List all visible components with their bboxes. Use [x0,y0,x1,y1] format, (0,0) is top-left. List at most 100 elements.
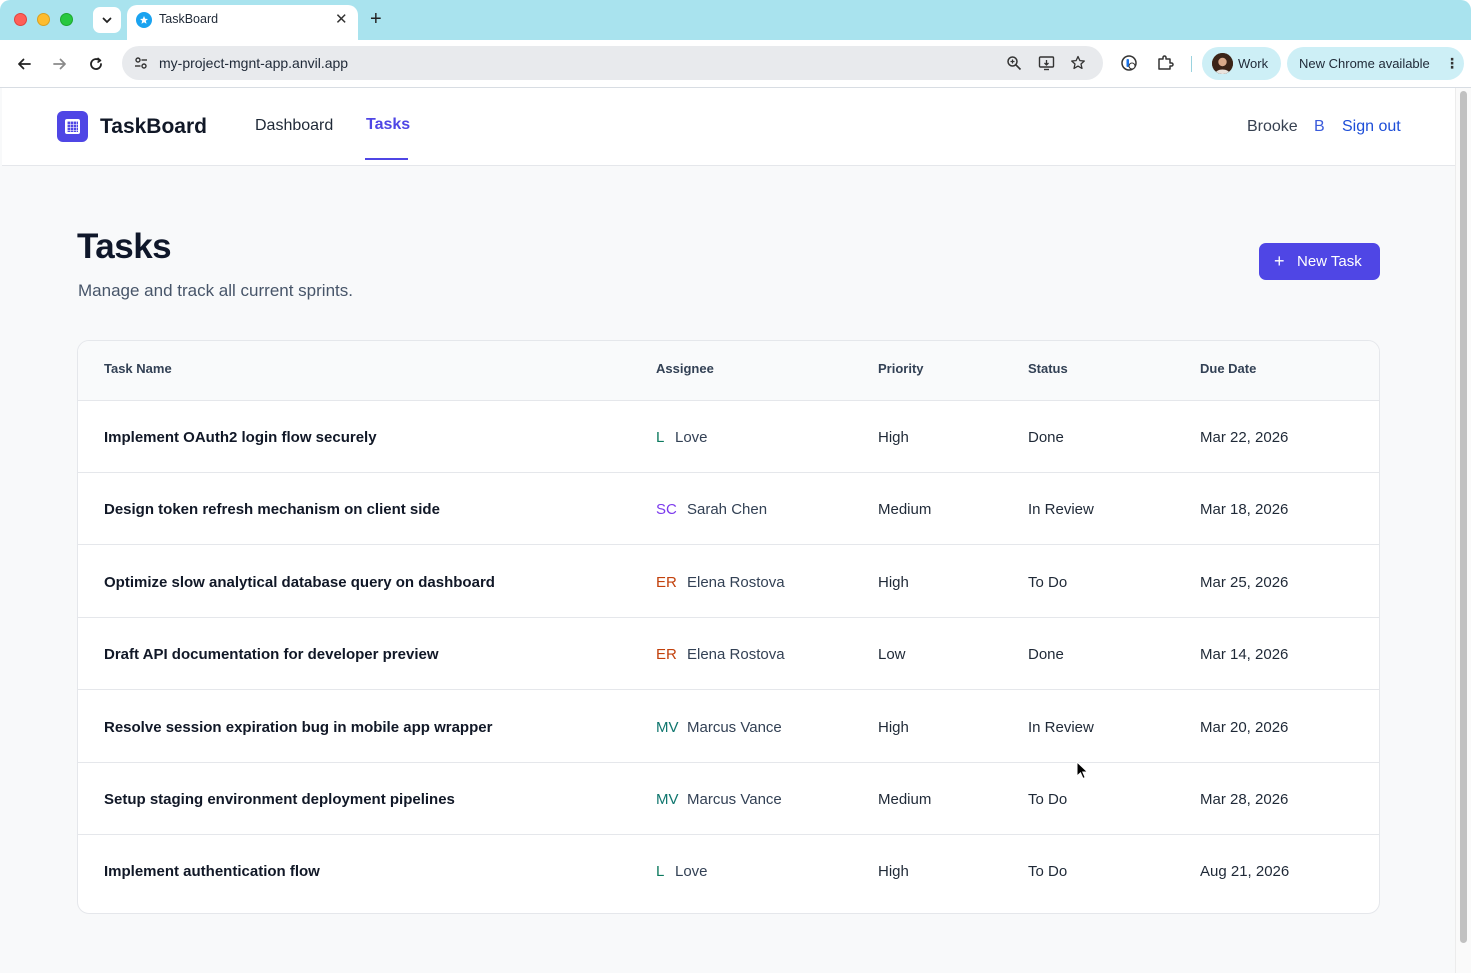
priority-cell: High [878,863,909,881]
profile-label: Work [1238,56,1269,71]
table-row[interactable]: Draft API documentation for developer pr… [78,618,1379,691]
user-avatar[interactable]: B [1314,118,1325,136]
active-nav-indicator [365,158,408,160]
task-name-cell: Design token refresh mechanism on client… [104,501,440,519]
password-manager-icon[interactable] [1119,53,1139,73]
tab-search-button[interactable] [93,7,121,33]
table-row[interactable]: Setup staging environment deployment pip… [78,763,1379,835]
priority-cell: High [878,718,909,736]
avatar [1212,53,1233,74]
column-header-priority[interactable]: Priority [878,361,924,376]
browser-tab[interactable]: TaskBoard ✕ [127,5,358,40]
table-row[interactable]: Implement OAuth2 login flow securely L Lov… [78,401,1379,473]
user-name: Brooke [1247,118,1298,135]
assignee-initials: ER [656,573,677,591]
forward-icon[interactable] [50,54,70,74]
chevron-down-icon [102,17,112,24]
assignee-name: Marcus Vance [687,718,782,736]
profile-button[interactable]: Work [1202,47,1281,80]
assignee-initials: ER [656,646,677,664]
task-name-cell: Draft API documentation for developer pr… [104,646,439,664]
favicon-icon [136,12,152,28]
column-header-status[interactable]: Status [1028,361,1068,376]
bookmark-star-icon[interactable] [1069,54,1087,72]
priority-cell: Medium [878,791,932,808]
close-icon[interactable]: ✕ [335,11,348,28]
toolbar-divider [1191,56,1192,72]
due-date-cell: Mar 18, 2026 [1200,501,1289,519]
due-date-cell: Mar 14, 2026 [1200,646,1289,664]
task-name-cell: Resolve session expiration bug in mobile… [104,718,493,736]
new-task-button[interactable]: + New Task [1259,243,1380,280]
update-chrome-button[interactable]: New Chrome available ⋮ [1287,47,1464,80]
status-cell: To Do [1028,863,1068,881]
assignee-name: Sarah Chen [687,501,768,519]
nav-tasks[interactable]: Tasks [366,116,410,134]
site-settings-icon[interactable] [132,54,150,72]
assignee-initials: SC [656,501,677,519]
column-header-task-name[interactable]: Task Name [104,361,172,376]
due-date-cell: Mar 28, 2026 [1200,791,1289,808]
task-name-cell: Optimize slow analytical database query … [104,573,495,591]
update-label: New Chrome available [1299,56,1430,71]
assignee-name: Love [675,863,708,881]
table-row[interactable]: Resolve session expiration bug in mobile… [78,691,1379,763]
tasks-table: Task Name Assignee Priority Status Due D… [77,340,1380,914]
task-name-cell: Implement OAuth2 login flow securely [104,429,377,446]
due-date-cell: Mar 20, 2026 [1200,718,1289,736]
page-subtitle: Manage and track all current sprints. [78,281,353,300]
reload-icon[interactable] [86,54,106,74]
brand-name[interactable]: TaskBoard [100,115,207,139]
task-name-cell: Setup staging environment deployment pip… [104,791,455,808]
close-window-button[interactable] [14,13,27,26]
scrollbar-thumb[interactable] [1460,91,1467,943]
status-cell: In Review [1028,718,1094,736]
browser-chrome: TaskBoard ✕ + my-project-mgnt-app.anvil.… [0,0,1471,88]
assignee-name: Love [675,429,708,446]
table-header: Task Name Assignee Priority Status Due D… [78,341,1379,401]
url-text[interactable]: my-project-mgnt-app.anvil.app [159,55,348,71]
column-header-due-date[interactable]: Due Date [1200,361,1256,376]
app-header: TaskBoard Dashboard Tasks Brooke B Sign … [2,88,1455,166]
assignee-initials: L [656,863,665,881]
plus-icon: + [1274,251,1285,271]
due-date-cell: Mar 22, 2026 [1200,429,1289,446]
assignee-initials: MV [656,791,679,808]
minimize-window-button[interactable] [37,13,50,26]
table-row[interactable]: Design token refresh mechanism on client… [78,473,1379,546]
tab-strip: TaskBoard ✕ + [0,0,1471,40]
logo-icon[interactable] [57,111,88,142]
priority-cell: High [878,573,909,591]
status-cell: To Do [1028,791,1068,808]
priority-cell: High [878,429,909,446]
status-cell: Done [1028,429,1064,446]
assignee-name: Marcus Vance [687,791,782,808]
status-cell: In Review [1028,501,1094,519]
table-row[interactable]: Implement authentication flow L Love High To… [78,835,1379,907]
address-bar[interactable]: my-project-mgnt-app.anvil.app [122,46,1103,80]
more-menu-icon[interactable]: ⋮ [1445,55,1459,71]
column-header-assignee[interactable]: Assignee [656,361,714,376]
mouse-cursor-icon [1076,761,1089,780]
new-tab-button[interactable]: + [370,9,382,29]
task-name-cell: Implement authentication flow [104,863,320,881]
table-row[interactable]: Optimize slow analytical database query … [78,546,1379,618]
assignee-name: Elena Rostova [687,573,785,591]
cast-icon[interactable] [1037,54,1055,72]
assignee-initials: MV [656,718,679,736]
scrollbar[interactable] [1455,88,1471,973]
back-icon[interactable] [14,54,34,74]
status-cell: Done [1028,646,1064,664]
assignee-initials: L [656,429,665,446]
zoom-icon[interactable] [1005,54,1023,72]
assignee-name: Elena Rostova [687,646,785,664]
maximize-window-button[interactable] [60,13,73,26]
sign-out-link[interactable]: Sign out [1342,118,1401,136]
extensions-icon[interactable] [1155,53,1175,73]
nav-dashboard[interactable]: Dashboard [255,117,333,135]
priority-cell: Medium [878,501,932,519]
page-title: Tasks [77,227,172,266]
status-cell: To Do [1028,573,1068,591]
new-task-label: New Task [1297,253,1362,270]
priority-cell: Low [878,646,906,664]
